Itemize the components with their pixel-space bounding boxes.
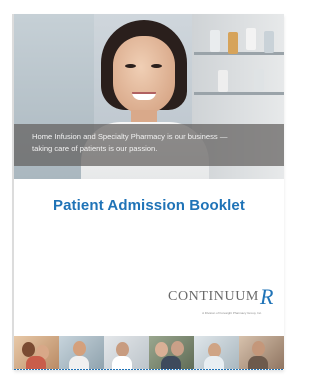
hero-photo-pharmacist: Home Infusion and Specialty Pharmacy is … xyxy=(14,14,284,179)
continuumrx-logo: CONTINUUMR A Division of Foresight Pharm… xyxy=(168,284,274,315)
medicine-bottle xyxy=(246,28,256,50)
medicine-bottle xyxy=(218,70,228,92)
strip-photo-pharmacist xyxy=(104,336,149,370)
photo-strip xyxy=(14,336,284,370)
medicine-bottle xyxy=(228,32,238,54)
strip-photo-lab xyxy=(194,336,239,370)
caption-line-2: taking care of patients is our passion. xyxy=(32,144,158,153)
strip-photo-nurse xyxy=(59,336,104,370)
rx-symbol: R xyxy=(259,284,274,309)
hero-caption: Home Infusion and Specialty Pharmacy is … xyxy=(14,124,284,166)
logo-tagline: A Division of Foresight Pharmacy Group, … xyxy=(202,311,262,315)
booklet-title: Patient Admission Booklet xyxy=(53,197,245,214)
strip-photo-family xyxy=(14,336,59,370)
dotted-divider xyxy=(14,369,284,370)
logo-name: CONTINUUM xyxy=(168,289,259,304)
medicine-bottle xyxy=(254,69,264,91)
medicine-bottle xyxy=(264,31,274,53)
caption-line-1: Home Infusion and Specialty Pharmacy is … xyxy=(32,132,228,141)
logo-wordmark: CONTINUUMR xyxy=(168,284,274,310)
strip-photo-couple xyxy=(149,336,194,370)
strip-photo-elder xyxy=(239,336,284,370)
booklet-cover: Home Infusion and Specialty Pharmacy is … xyxy=(14,14,284,370)
